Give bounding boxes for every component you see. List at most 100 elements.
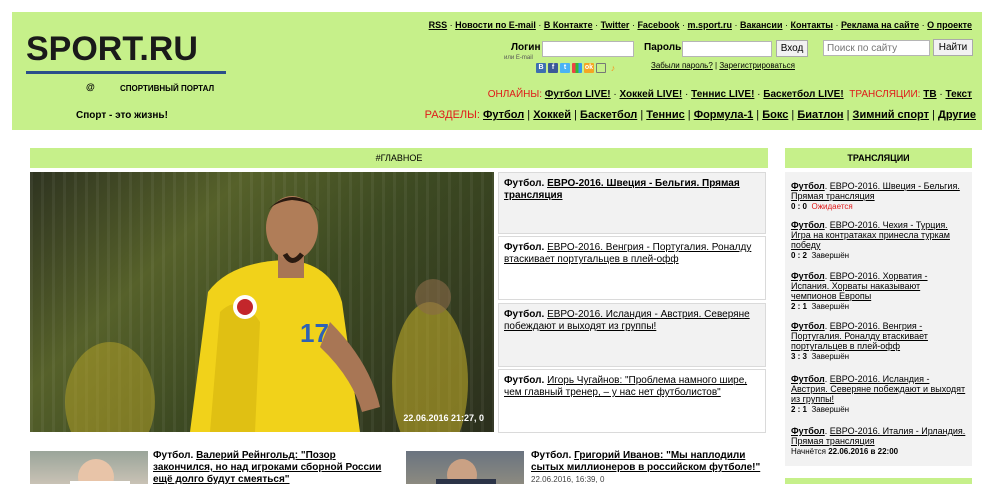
story-card[interactable]: Футбол. Игорь Чугайнов: "Проблема намног… — [498, 369, 766, 433]
sections-label: РАЗДЕЛЫ: — [424, 109, 480, 121]
online-label: ОНЛАЙНЫ: — [487, 89, 542, 100]
news-category: Футбол. — [153, 450, 194, 461]
sections-nav: РАЗДЕЛЫ: Футбол | Хоккей | Баскетбол | Т… — [424, 109, 976, 121]
section-formula1[interactable]: Формула-1 — [694, 109, 754, 121]
site-header: RSS · Новости по E-mail · В Контакте · T… — [12, 12, 982, 130]
search-button[interactable]: Найти — [933, 39, 973, 56]
section-tennis[interactable]: Теннис — [646, 109, 684, 121]
broadcast-item[interactable]: Футбол. ЕВРО-2016. Хорватия - Испания. Х… — [791, 271, 967, 312]
story-category: Футбол. — [504, 375, 545, 386]
toplink-contacts[interactable]: Контакты — [791, 20, 833, 30]
toplink-vkontakte[interactable]: В Контакте — [544, 20, 593, 30]
slogan: Спорт - это жизнь! — [76, 110, 168, 121]
section-football[interactable]: Футбол — [483, 109, 524, 121]
broadcast-score: 2 : 1 — [791, 405, 808, 414]
broadcasts-heading: ТРАНСЛЯЦИИ — [785, 148, 972, 168]
broadcast-category[interactable]: Футбол — [791, 181, 825, 191]
story-card[interactable]: Футбол. ЕВРО-2016. Исландия - Австрия. С… — [498, 303, 766, 367]
toplink-vacancies[interactable]: Вакансии — [740, 20, 783, 30]
online-hockey[interactable]: Хоккей LIVE! — [620, 89, 683, 100]
section-winter-sport[interactable]: Зимний спорт — [853, 109, 929, 121]
broadcast-category[interactable]: Футбол — [791, 220, 825, 230]
lock-icon[interactable] — [596, 63, 606, 73]
broadcast-category[interactable]: Футбол — [791, 374, 825, 384]
broadcast-start-label: Начнётся — [791, 447, 826, 456]
hero-date: 22.06.2016 21:27, 0 — [403, 413, 484, 423]
broadcast-item[interactable]: Футбол. ЕВРО-2016. Чехия - Турция. Игра … — [791, 220, 967, 261]
facebook-icon[interactable]: f — [548, 63, 558, 73]
story-category: Футбол. — [504, 309, 545, 320]
top-links: RSS · Новости по E-mail · В Контакте · T… — [428, 20, 972, 30]
broadcast-status: Ожидается — [811, 202, 853, 211]
password-input[interactable] — [682, 41, 772, 57]
toplink-advertising[interactable]: Реклама на сайте — [841, 20, 919, 30]
broadcast-category[interactable]: Футбол — [791, 321, 825, 331]
forgot-password-link[interactable]: Забыли пароль? — [651, 61, 713, 70]
broadcast-status: Завершён — [811, 251, 850, 260]
toplink-rss[interactable]: RSS — [429, 20, 448, 30]
broadcast-tv-link[interactable]: ТВ — [923, 89, 936, 100]
toplink-facebook[interactable]: Facebook — [637, 20, 679, 30]
online-football[interactable]: Футбол LIVE! — [545, 89, 611, 100]
sidebar-next-block — [785, 478, 972, 484]
broadcasts-label: ТРАНСЛЯЦИИ: — [849, 89, 921, 100]
toplink-mobile[interactable]: m.sport.ru — [687, 20, 732, 30]
section-other[interactable]: Другие — [938, 109, 976, 121]
broadcast-status: Завершён — [811, 302, 850, 311]
story-category: Футбол. — [504, 242, 545, 253]
news-thumbnail-photo — [436, 459, 496, 484]
broadcast-item[interactable]: Футбол. ЕВРО-2016. Венгрия - Португалия.… — [791, 321, 967, 362]
broadcast-score: 2 : 1 — [791, 302, 808, 311]
broadcast-item[interactable]: Футбол. ЕВРО-2016. Швеция - Бельгия. Пря… — [791, 181, 967, 212]
hero-photo: 17 — [65, 196, 468, 432]
broadcast-item[interactable]: Футбол. ЕВРО-2016. Италия - Ирландия. Пр… — [791, 426, 967, 457]
broadcast-status: Завершён — [811, 405, 850, 414]
login-button[interactable]: Вход — [776, 40, 808, 57]
blogger-icon[interactable]: B — [536, 63, 546, 73]
odnoklassniki-icon[interactable]: ok — [584, 63, 594, 73]
twitter-icon[interactable]: t — [560, 63, 570, 73]
hero-image[interactable]: 17 22.06.2016 21:27, 0 — [30, 172, 494, 432]
broadcast-category[interactable]: Футбол — [791, 271, 825, 281]
toplink-twitter[interactable]: Twitter — [601, 20, 630, 30]
register-link[interactable]: Зарегистрироваться — [719, 61, 795, 70]
online-bar: ОНЛАЙНЫ: Футбол LIVE! · Хоккей LIVE! · Т… — [487, 89, 972, 100]
story-card[interactable]: Футбол. ЕВРО-2016. Швеция - Бельгия. Пря… — [498, 172, 766, 234]
svg-text:17: 17 — [300, 318, 329, 348]
broadcast-item[interactable]: Футбол. ЕВРО-2016. Исландия - Австрия. С… — [791, 374, 967, 415]
section-basketball[interactable]: Баскетбол — [580, 109, 637, 121]
news-timestamp: 22.06.2016, 16:39, 0 — [531, 475, 605, 484]
login-input[interactable] — [542, 41, 634, 57]
login-label: Логин — [511, 42, 541, 53]
account-links-divider: | — [715, 61, 718, 70]
rss-icon[interactable]: ♪ — [608, 63, 618, 73]
broadcast-score: 0 : 2 — [791, 251, 808, 260]
news-thumbnail-photo — [70, 459, 130, 484]
online-basketball[interactable]: Баскетбол LIVE! — [763, 89, 843, 100]
news-thumbnail[interactable] — [30, 451, 148, 484]
story-category: Футбол. — [504, 178, 545, 189]
site-logo[interactable]: SPORT.RU @ СПОРТИВНЫЙ ПОРТАЛ — [26, 32, 241, 102]
online-tennis[interactable]: Теннис LIVE! — [691, 89, 754, 100]
logo-at: @ — [86, 82, 95, 92]
broadcast-category[interactable]: Футбол — [791, 426, 825, 436]
logo-subtitle: СПОРТИВНЫЙ ПОРТАЛ — [120, 84, 215, 93]
toplink-about[interactable]: О проекте — [927, 20, 972, 30]
section-boxing[interactable]: Бокс — [762, 109, 788, 121]
logo-brand: SPORT.RU — [26, 30, 198, 68]
story-card[interactable]: Футбол. ЕВРО-2016. Венгрия - Португалия.… — [498, 236, 766, 300]
google-icon[interactable] — [572, 63, 582, 73]
main-section-heading: #ГЛАВНОЕ — [30, 148, 768, 168]
section-biathlon[interactable]: Биатлон — [797, 109, 843, 121]
search-input[interactable] — [823, 40, 930, 56]
account-links: Забыли пароль? | Зарегистрироваться — [651, 61, 795, 70]
logo-rule — [26, 71, 226, 74]
broadcast-text-link[interactable]: Текст — [945, 89, 972, 100]
news-item[interactable]: Футбол. Григорий Иванов: "Мы наплодили с… — [531, 450, 771, 484]
section-hockey[interactable]: Хоккей — [533, 109, 571, 121]
news-thumbnail[interactable] — [406, 451, 524, 484]
toplink-email-news[interactable]: Новости по E-mail — [455, 20, 536, 30]
news-item[interactable]: Футбол. Валерий Рейнгольд: "Позор законч… — [153, 450, 393, 484]
broadcast-status: Завершён — [811, 352, 850, 361]
password-label: Пароль — [644, 42, 682, 53]
